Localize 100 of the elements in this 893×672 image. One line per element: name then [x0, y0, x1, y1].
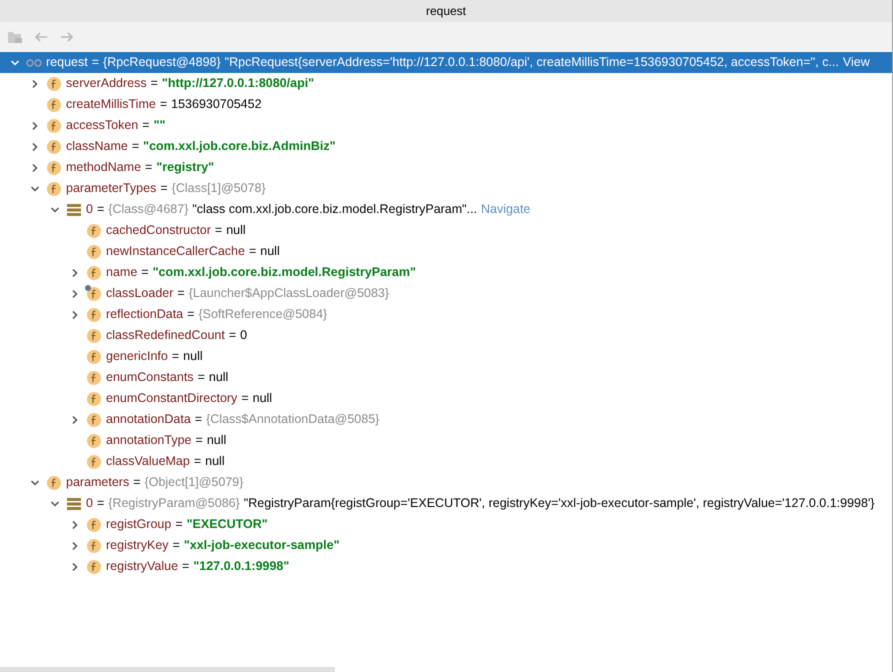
variable-value: 1536930705452	[171, 96, 262, 114]
chevron-right-icon[interactable]	[30, 162, 40, 172]
variable-name: className	[66, 138, 128, 156]
variable-value: null	[208, 369, 228, 386]
chevron-right-icon[interactable]	[70, 268, 80, 278]
tree-row[interactable]: annotationType = null	[0, 430, 892, 451]
variable-name: parameterTypes	[66, 180, 156, 198]
folder-icon	[7, 30, 23, 44]
tree-row[interactable]: request = {RpcRequest@4898} "RpcRequest{serverAddress='http://127.0.0.1:8080/api', createMillisTime=1536930705452, accessToken='', c... View	[0, 52, 892, 73]
tree-row[interactable]: className = "com.xxl.job.core.biz.AdminBiz"	[0, 136, 892, 157]
chevron-right-icon[interactable]	[70, 414, 80, 424]
equals-sign: =	[214, 222, 222, 240]
field-icon	[47, 76, 61, 90]
variable-name: cachedConstructor	[106, 222, 211, 240]
string-value: "127.0.0.1:9998"	[193, 558, 290, 576]
variable-value: "RegistryParam{registGroup='EXECUTOR', registryKey='xxl-job-executor-sample', registryValue='127.0.0.1:9998'}	[244, 495, 875, 512]
field-icon	[47, 118, 61, 132]
object-reference: {SoftReference@5084}	[198, 306, 328, 324]
chevron-right-icon[interactable]	[70, 540, 80, 550]
field-icon	[87, 392, 101, 406]
tree-row[interactable]: newInstanceCallerCache = null	[0, 241, 892, 262]
tree-row[interactable]: registryValue = "127.0.0.1:9998"	[0, 556, 892, 577]
variable-name: registGroup	[106, 516, 172, 534]
variable-name: registryKey	[106, 537, 169, 554]
tree-row[interactable]: enumConstants = null	[0, 367, 892, 388]
field-icon	[87, 308, 101, 322]
field-icon	[47, 140, 61, 154]
field-icon	[87, 370, 101, 384]
variable-name: 0	[86, 495, 93, 512]
chevron-down-icon[interactable]	[50, 498, 60, 508]
tree-row[interactable]: createMillisTime = 1536930705452	[0, 94, 892, 115]
field-icon	[87, 266, 101, 280]
link[interactable]: View	[842, 53, 870, 72]
variable-name: parameters	[66, 474, 130, 492]
equals-sign: =	[175, 516, 183, 534]
field-icon	[87, 350, 101, 364]
variable-name: newInstanceCallerCache	[106, 243, 245, 260]
tree-row[interactable]: registGroup = "EXECUTOR"	[0, 514, 892, 535]
chevron-down-icon[interactable]	[30, 184, 40, 194]
pinned-field-icon	[87, 286, 101, 300]
tree-row[interactable]: parameterTypes = {Class[1]@5078}	[0, 178, 892, 199]
chevron-down-icon[interactable]	[50, 204, 60, 214]
variable-name: classValueMap	[106, 453, 190, 470]
variable-name: annotationData	[106, 411, 191, 428]
variable-name: request	[46, 54, 88, 72]
chevron-right-icon[interactable]	[70, 310, 80, 320]
equals-sign: =	[133, 474, 141, 492]
chevron-right-icon[interactable]	[70, 288, 80, 298]
variable-name: accessToken	[66, 117, 138, 134]
tree-row[interactable]: enumConstantDirectory = null	[0, 388, 892, 409]
variable-name: 0	[86, 201, 93, 218]
variable-name: genericInfo	[106, 348, 168, 366]
equals-sign: =	[132, 138, 140, 156]
chevron-right-icon[interactable]	[30, 142, 40, 152]
variable-value: null	[252, 390, 272, 408]
chevron-right-icon[interactable]	[30, 120, 40, 130]
tree-row[interactable]: reflectionData = {SoftReference@5084}	[0, 304, 892, 325]
tree-row[interactable]: annotationData = {Class$AnnotationData@5085}	[0, 409, 892, 430]
equals-sign: =	[177, 285, 185, 302]
tree-row[interactable]: classValueMap = null	[0, 451, 892, 472]
chevron-down-icon[interactable]	[30, 478, 40, 488]
tree-row[interactable]: cachedConstructor = null	[0, 220, 892, 241]
equals-sign: =	[241, 390, 249, 408]
variable-value: 0	[240, 327, 248, 344]
variable-value: null	[205, 453, 225, 470]
variable-name: reflectionData	[106, 306, 184, 324]
object-reference: {RegistryParam@5086}	[108, 495, 240, 512]
tree-row[interactable]: classRedefinedCount = 0	[0, 325, 892, 346]
equals-sign: =	[142, 117, 150, 134]
tree-row[interactable]: accessToken = ""	[0, 115, 892, 136]
tree-row[interactable]: classLoader = {Launcher$AppClassLoader@5083}	[0, 283, 892, 304]
string-value: "com.xxl.job.core.biz.AdminBiz"	[143, 138, 336, 156]
tree-row[interactable]: parameters = {Object[1]@5079}	[0, 472, 892, 493]
string-value: "xxl-job-executor-sample"	[184, 537, 340, 554]
field-icon	[47, 98, 61, 112]
list-icon	[67, 204, 81, 216]
right-arrow-icon	[59, 30, 75, 44]
tree-row[interactable]: 0 = {RegistryParam@5086} "RegistryParam{registGroup='EXECUTOR', registryKey='xxl-job-executor-sample', registryValue='127.0.0.1:9998'}	[0, 493, 892, 514]
equals-sign: =	[248, 243, 256, 260]
field-icon	[87, 224, 101, 238]
field-icon	[87, 538, 101, 552]
tree-row[interactable]: name = "com.xxl.job.core.biz.model.RegistryParam"	[0, 262, 892, 283]
tree-row[interactable]: 0 = {Class@4687} "class com.xxl.job.core.biz.model.RegistryParam"... Navigate	[0, 199, 892, 220]
equals-sign: =	[194, 411, 202, 428]
chevron-down-icon[interactable]	[10, 58, 20, 68]
tree-row[interactable]: genericInfo = null	[0, 346, 892, 367]
equals-sign: =	[141, 264, 149, 282]
equals-sign: =	[160, 180, 168, 198]
string-value: "com.xxl.job.core.biz.model.RegistryParam"	[152, 264, 416, 282]
tree-row[interactable]: serverAddress = "http://127.0.0.1:8080/api"	[0, 73, 892, 94]
variable-name: createMillisTime	[66, 96, 156, 114]
tree-row[interactable]: registryKey = "xxl-job-executor-sample"	[0, 535, 892, 556]
variable-name: classLoader	[106, 285, 174, 302]
chevron-right-icon[interactable]	[70, 520, 80, 530]
chevron-right-icon[interactable]	[70, 562, 80, 572]
horizontal-scrollbar[interactable]	[0, 667, 335, 672]
tree-row[interactable]: methodName = "registry"	[0, 157, 892, 178]
chevron-right-icon[interactable]	[30, 78, 40, 88]
equals-sign: =	[196, 432, 203, 450]
left-arrow-icon	[33, 30, 49, 44]
